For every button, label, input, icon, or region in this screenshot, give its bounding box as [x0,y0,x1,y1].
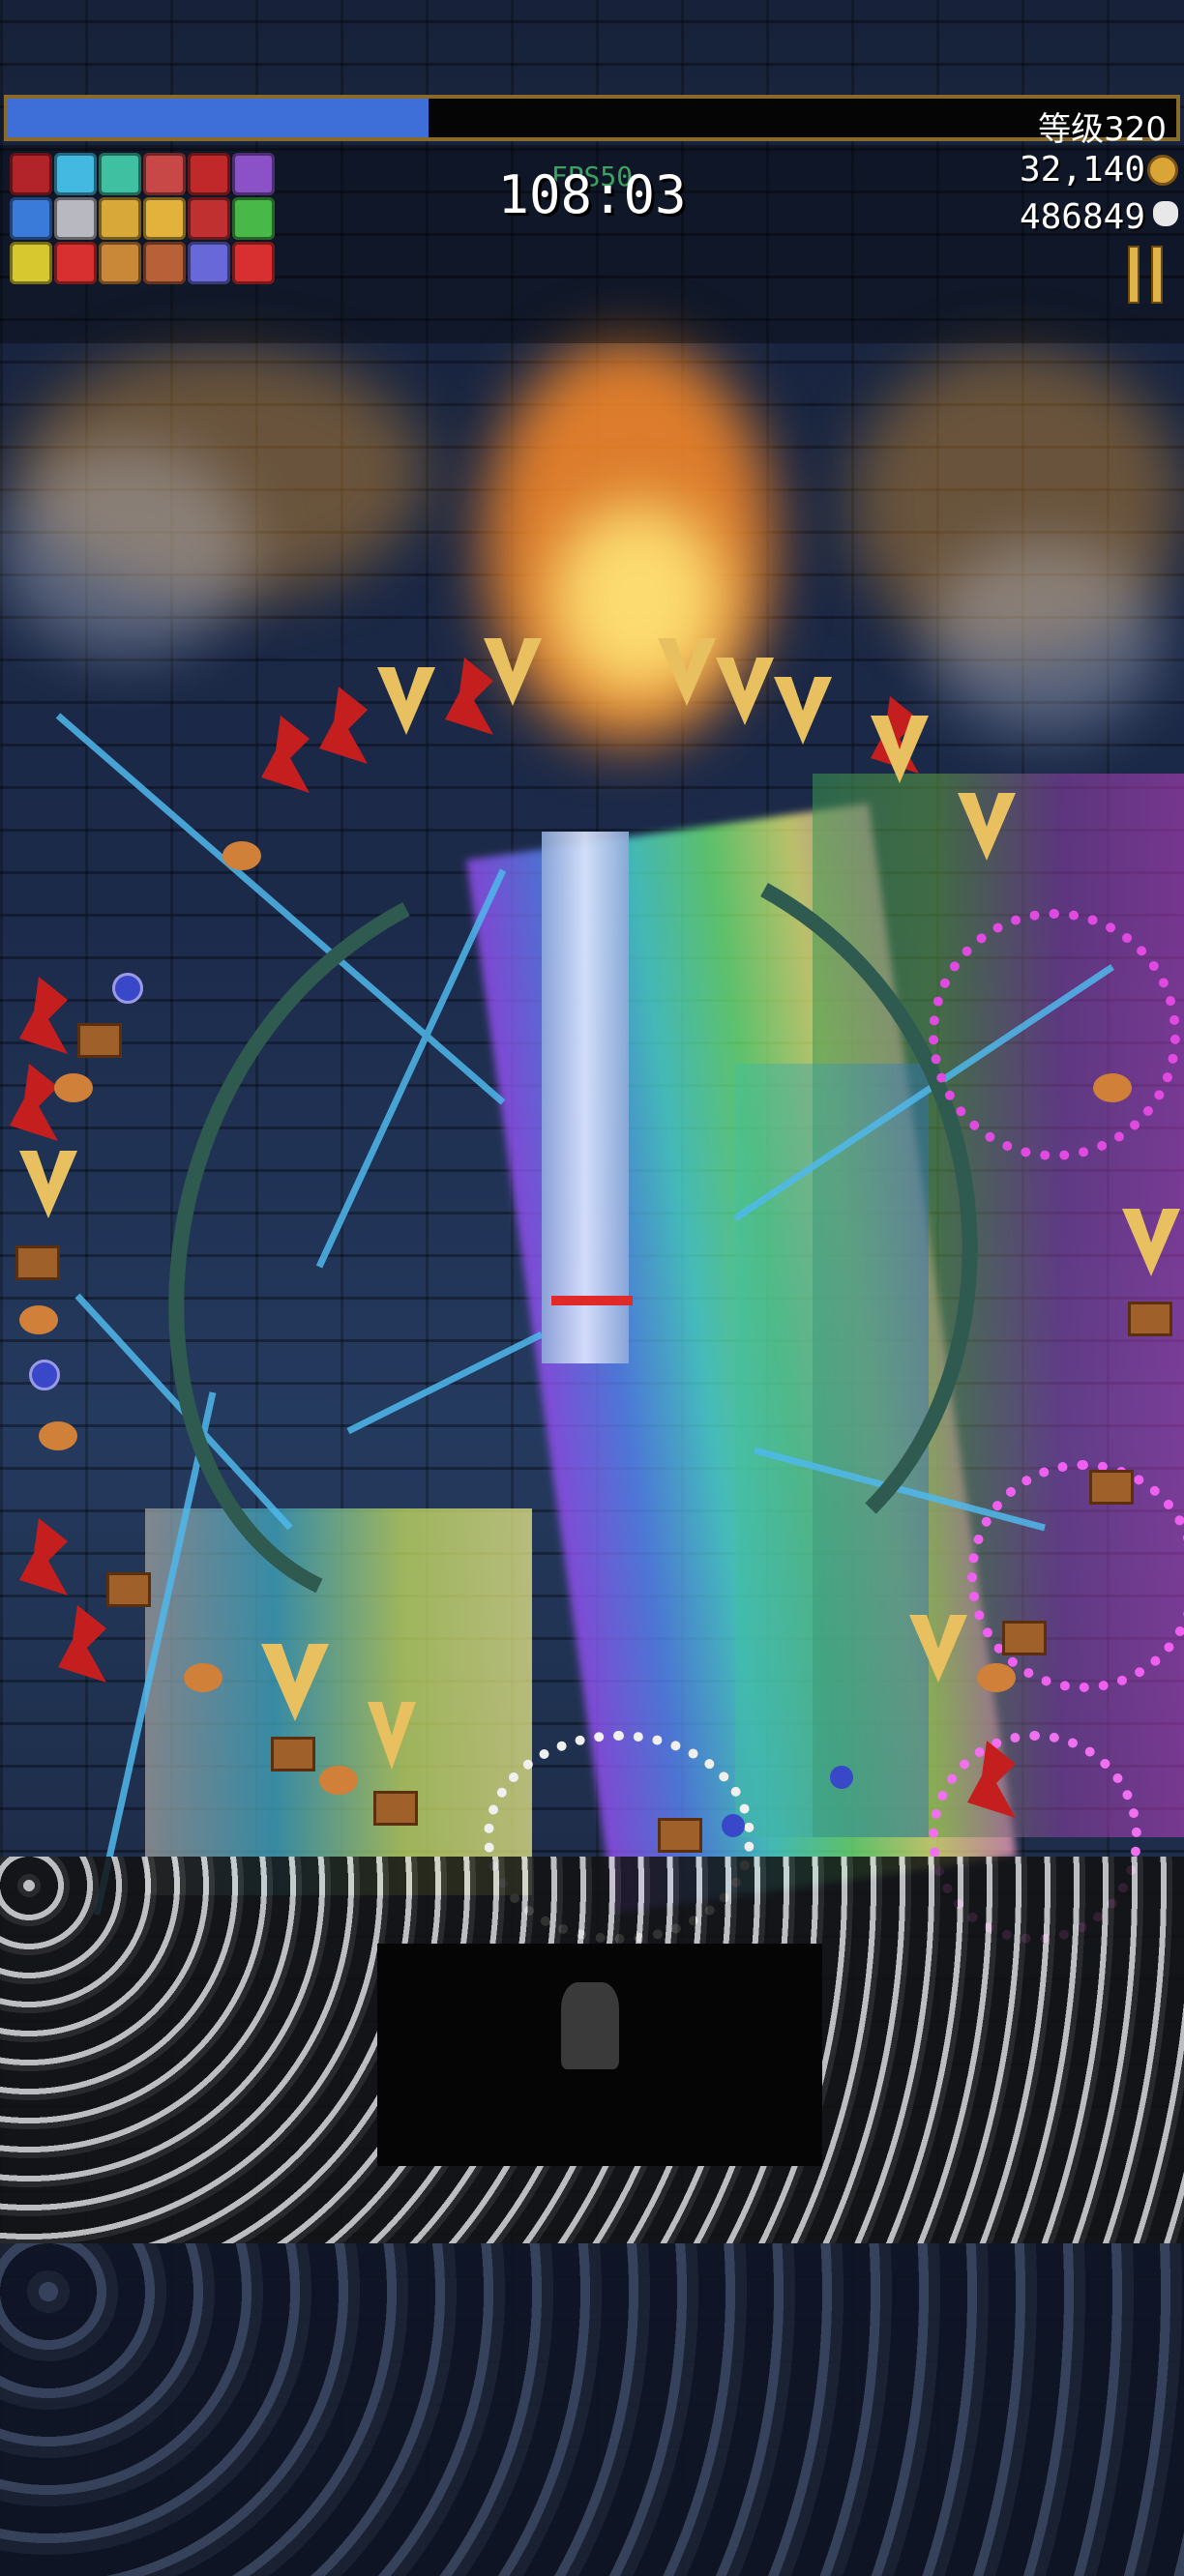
skull-icon [1153,201,1178,226]
coin-icon [1147,155,1178,186]
pause-icon [1128,246,1140,304]
blue-orb[interactable] [830,1766,853,1789]
lightning-line [315,868,507,1269]
pause-button[interactable] [1128,246,1167,304]
gold-counter: 32,140 [1019,150,1145,190]
experience-bar: 等级320 [4,95,1180,149]
game-playfield[interactable] [0,0,1184,2576]
orb-ring-icon [188,242,230,284]
level-label: 等级320 [1038,110,1167,149]
wings-icon [99,153,141,195]
blue-orb[interactable] [112,973,143,1004]
experience-fill [8,99,429,137]
arrow-right-icon [232,242,275,284]
clover-icon [10,197,52,240]
leaf-icon [232,197,275,240]
cage-icon [99,242,141,284]
treasure-chest[interactable] [658,1818,702,1853]
treasure-chest[interactable] [1128,1302,1172,1336]
sparkle-ring [929,909,1180,1160]
armor-icon [188,197,230,240]
floor-chicken[interactable] [39,1421,77,1450]
blue-orb[interactable] [722,1814,745,1837]
enemy-swarm-lower [0,2243,1184,2576]
cape-icon [188,153,230,195]
treasure-chest[interactable] [106,1572,151,1607]
gear-icon [54,197,97,240]
cross-shuriken-icon [143,153,186,195]
lightning-line [346,1331,544,1435]
boss-statue [561,1982,619,2069]
kill-counter: 486849 [1019,197,1145,237]
treasure-chest[interactable] [15,1245,60,1280]
tome-icon [10,153,52,195]
floor-chicken[interactable] [977,1663,1016,1692]
pause-icon [1151,246,1163,304]
treasure-chest[interactable] [1089,1470,1134,1505]
blue-orb[interactable] [29,1360,60,1390]
treasure-chest[interactable] [77,1023,122,1058]
treasure-chest[interactable] [271,1737,315,1771]
floor-chicken[interactable] [1093,1073,1132,1102]
floor-chicken[interactable] [54,1073,93,1102]
treasure-chest[interactable] [373,1791,418,1826]
trident-icon [99,197,141,240]
treasure-chest[interactable] [1002,1621,1047,1655]
spiral-ring-icon [232,153,275,195]
dagger-icon [143,242,186,284]
halo-ring-icon [10,242,52,284]
lightning-line [93,1391,217,1916]
floor-chicken[interactable] [19,1305,58,1334]
arc-whip [168,901,410,1594]
player-health-bar [551,1296,633,1305]
laurel-ring-icon [54,153,97,195]
sparkle-ring [967,1460,1184,1692]
floor-chicken[interactable] [222,841,261,870]
arrow-left-icon [54,242,97,284]
crown-icon [143,197,186,240]
floor-chicken[interactable] [319,1766,358,1795]
floor-chicken[interactable] [184,1663,222,1692]
